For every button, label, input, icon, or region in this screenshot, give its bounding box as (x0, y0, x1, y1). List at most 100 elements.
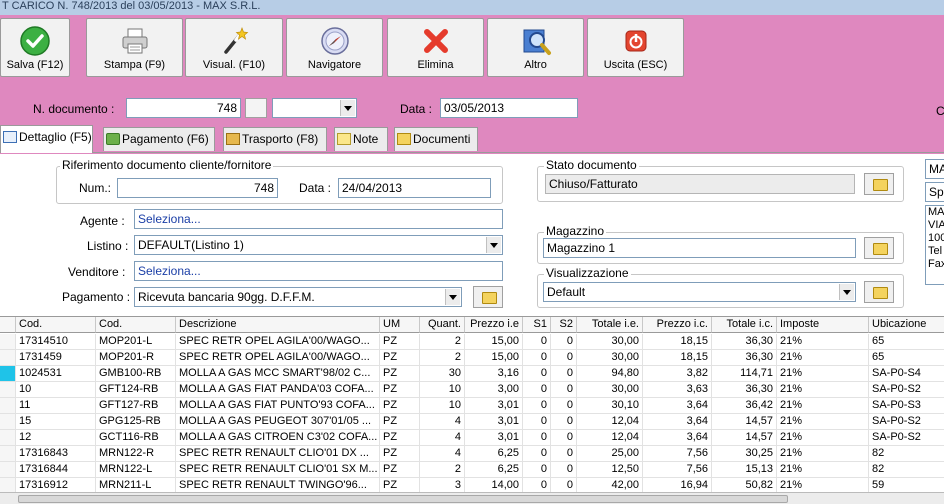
table-cell[interactable]: MRN122-L (96, 462, 176, 477)
table-cell[interactable]: 65 (869, 334, 944, 349)
table-row[interactable]: 12 GCT116-RB MOLLA A GAS CITROEN C3'02 COF… (0, 430, 944, 446)
table-row[interactable]: 17316844 MRN122-L SPEC RETR RENAULT CLIO'0… (0, 462, 944, 478)
row-selector[interactable] (0, 446, 16, 461)
table-cell[interactable]: PZ (380, 478, 420, 493)
table-cell[interactable]: 21% (777, 414, 869, 429)
table-cell[interactable]: 2 (420, 334, 465, 349)
table-cell[interactable]: 21% (777, 398, 869, 413)
table-cell[interactable]: 36,30 (712, 350, 777, 365)
table-cell[interactable]: 94,80 (577, 366, 643, 381)
table-cell[interactable]: 0 (551, 478, 577, 493)
table-cell[interactable]: SA-P0-S2 (869, 414, 944, 429)
table-cell[interactable]: 0 (523, 350, 551, 365)
table-cell[interactable]: 3,01 (465, 398, 523, 413)
table-cell[interactable]: 0 (551, 334, 577, 349)
table-cell[interactable]: 15 (16, 414, 96, 429)
rif-num-field[interactable]: 748 (117, 178, 278, 198)
table-cell[interactable]: SPEC RETR RENAULT CLIO'01 DX ... (176, 446, 380, 461)
table-cell[interactable]: GFT127-RB (96, 398, 176, 413)
table-cell[interactable]: 3 (420, 478, 465, 493)
row-selector[interactable] (0, 430, 16, 445)
magazzino-field[interactable]: Magazzino 1 (543, 238, 856, 258)
row-selector[interactable] (0, 382, 16, 397)
delete-button[interactable]: Elimina (387, 18, 484, 77)
row-selector[interactable] (0, 462, 16, 477)
table-cell[interactable]: 3,01 (465, 430, 523, 445)
table-cell[interactable]: 1024531 (16, 366, 96, 381)
table-cell[interactable]: SA-P0-S4 (869, 366, 944, 381)
table-cell[interactable]: 0 (551, 398, 577, 413)
exit-button[interactable]: Uscita (ESC) (587, 18, 684, 77)
table-cell[interactable]: PZ (380, 350, 420, 365)
table-cell[interactable]: 18,15 (643, 334, 712, 349)
table-cell[interactable]: 1731459 (16, 350, 96, 365)
table-cell[interactable]: 12 (16, 430, 96, 445)
table-cell[interactable]: 14,57 (712, 414, 777, 429)
series-select[interactable] (272, 98, 357, 118)
table-cell[interactable]: MOLLA A GAS FIAT PANDA'03 COFA... (176, 382, 380, 397)
pagamento-select[interactable]: Ricevuta bancaria 90gg. D.F.F.M. (134, 287, 462, 307)
table-row[interactable]: 17316843 MRN122-R SPEC RETR RENAULT CLIO'0… (0, 446, 944, 462)
table-cell[interactable]: 7,56 (643, 446, 712, 461)
row-selector[interactable] (0, 350, 16, 365)
table-row[interactable]: 1731459 MOP201-R SPEC RETR OPEL AGILA'00/W… (0, 350, 944, 366)
table-cell[interactable]: 21% (777, 382, 869, 397)
table-cell[interactable]: 17314510 (16, 334, 96, 349)
table-cell[interactable]: 42,00 (577, 478, 643, 493)
tab-pagamento[interactable]: Pagamento (F6) (103, 127, 215, 151)
table-cell[interactable]: 25,00 (577, 446, 643, 461)
table-cell[interactable]: 17316843 (16, 446, 96, 461)
table-cell[interactable]: 0 (551, 350, 577, 365)
table-cell[interactable]: PZ (380, 334, 420, 349)
row-selector[interactable] (0, 334, 16, 349)
table-cell[interactable]: 10 (420, 382, 465, 397)
table-cell[interactable]: 7,56 (643, 462, 712, 477)
table-cell[interactable]: 30,00 (577, 350, 643, 365)
table-cell[interactable]: 15,00 (465, 350, 523, 365)
table-cell[interactable]: 3,64 (643, 414, 712, 429)
magazzino-folder-button[interactable] (864, 237, 894, 259)
table-cell[interactable]: 0 (551, 446, 577, 461)
table-cell[interactable]: 2 (420, 350, 465, 365)
table-cell[interactable]: SPEC RETR OPEL AGILA'00/WAGO... (176, 350, 380, 365)
table-cell[interactable]: 59 (869, 478, 944, 493)
table-cell[interactable]: 114,71 (712, 366, 777, 381)
rif-data-field[interactable]: 24/04/2013 (338, 178, 491, 198)
table-cell[interactable]: GPG125-RB (96, 414, 176, 429)
visual-button[interactable]: Visual. (F10) (185, 18, 283, 77)
table-cell[interactable]: 10 (16, 382, 96, 397)
table-cell[interactable]: 17316844 (16, 462, 96, 477)
table-cell[interactable]: 3,64 (643, 430, 712, 445)
table-cell[interactable]: 0 (551, 430, 577, 445)
table-cell[interactable]: 3,00 (465, 382, 523, 397)
table-cell[interactable]: 0 (523, 414, 551, 429)
table-cell[interactable]: 15,13 (712, 462, 777, 477)
horizontal-scrollbar[interactable] (0, 492, 944, 504)
table-cell[interactable]: 30,25 (712, 446, 777, 461)
table-cell[interactable]: PZ (380, 462, 420, 477)
table-cell[interactable]: PZ (380, 414, 420, 429)
table-cell[interactable]: 21% (777, 478, 869, 493)
tab-dettaglio[interactable]: Dettaglio (F5) (0, 125, 93, 153)
right-field-1[interactable]: MA (925, 159, 944, 179)
table-cell[interactable]: 2 (420, 462, 465, 477)
tab-trasporto[interactable]: Trasporto (F8) (223, 127, 327, 151)
table-cell[interactable]: 6,25 (465, 446, 523, 461)
series-button[interactable] (245, 98, 267, 118)
print-button[interactable]: Stampa (F9) (86, 18, 183, 77)
table-cell[interactable]: 0 (523, 478, 551, 493)
n-documento-field[interactable]: 748 (126, 98, 241, 118)
table-cell[interactable]: 0 (551, 462, 577, 477)
table-cell[interactable]: PZ (380, 366, 420, 381)
other-button[interactable]: Altro (487, 18, 584, 77)
table-cell[interactable]: 0 (523, 430, 551, 445)
table-cell[interactable]: 0 (551, 366, 577, 381)
table-cell[interactable]: MOP201-L (96, 334, 176, 349)
column-header[interactable]: S2 (551, 317, 577, 333)
table-cell[interactable]: 82 (869, 462, 944, 477)
table-cell[interactable]: 14,57 (712, 430, 777, 445)
column-header[interactable]: UM (380, 317, 420, 333)
table-cell[interactable]: SPEC RETR RENAULT TWINGO'96... (176, 478, 380, 493)
table-cell[interactable]: MOLLA A GAS MCC SMART'98/02 C... (176, 366, 380, 381)
column-header[interactable]: Cod. (16, 317, 96, 333)
